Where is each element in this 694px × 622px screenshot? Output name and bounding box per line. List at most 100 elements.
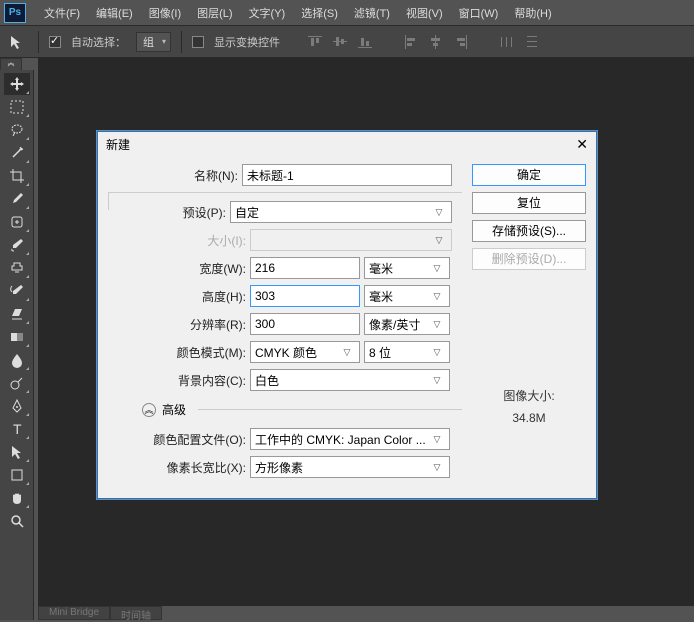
dialog-title: 新建 [106,136,130,153]
height-unit-value: 毫米 [369,288,393,305]
svg-text:T: T [13,421,22,437]
preset-select[interactable]: 自定 ▽ [230,201,452,223]
size-select: ▽ [250,229,452,251]
distribute-v-icon[interactable] [521,32,543,52]
history-brush-tool[interactable] [4,280,30,302]
chevron-down-icon: ▽ [431,207,447,218]
align-group-1 [304,32,376,52]
brush-tool[interactable] [4,234,30,256]
divider [38,31,39,53]
new-document-dialog: 新建 ✕ 名称(N): 预设(P): 自定▽ 大小(I): [97,131,597,499]
color-profile-value: 工作中的 CMYK: Japan Color ... [255,431,426,448]
background-select[interactable]: 白色▽ [250,369,450,391]
bit-depth-select[interactable]: 8 位 ▽ [364,341,450,363]
name-input[interactable] [242,164,452,186]
move-tool[interactable] [4,73,30,95]
align-hcenter-icon[interactable] [425,32,447,52]
auto-select-target[interactable]: 组 ▾ [136,32,171,52]
menu-image[interactable]: 图像(I) [141,2,189,24]
menu-bar: Ps 文件(F) 编辑(E) 图像(I) 图层(L) 文字(Y) 选择(S) 滤… [0,0,694,26]
menu-edit[interactable]: 编辑(E) [88,2,141,24]
resolution-unit-select[interactable]: 像素/英寸 ▽ [364,313,450,335]
menu-view[interactable]: 视图(V) [398,2,451,24]
divider [181,31,182,53]
auto-select-value: 组 [143,34,154,50]
type-tool[interactable]: T [4,418,30,440]
save-preset-button[interactable]: 存储预设(S)... [472,220,586,242]
align-vcenter-icon[interactable] [329,32,351,52]
width-unit-value: 毫米 [369,260,393,277]
menu-window[interactable]: 窗口(W) [451,2,507,24]
tab-mini-bridge[interactable]: Mini Bridge [38,606,110,620]
height-input[interactable] [250,285,360,307]
color-mode-select[interactable]: CMYK 颜色 ▽ [250,341,360,363]
tab-timeline[interactable]: 时间轴 [110,606,162,620]
menu-select[interactable]: 选择(S) [293,2,346,24]
chevron-down-icon: ▽ [431,235,447,246]
advanced-toggle-icon[interactable]: ︽ [142,403,156,417]
color-profile-select[interactable]: 工作中的 CMYK: Japan Color ...▽ [250,428,450,450]
width-unit-select[interactable]: 毫米▽ [364,257,450,279]
menu-layer[interactable]: 图层(L) [189,2,240,24]
crop-tool[interactable] [4,165,30,187]
close-icon[interactable]: ✕ [576,136,588,153]
chevron-down-icon: ▽ [429,462,445,473]
preset-label: 预设(P): [108,204,226,221]
preset-value: 自定 [235,204,259,221]
pixel-aspect-value: 方形像素 [255,459,303,476]
resolution-label: 分辨率(R): [108,316,246,333]
advanced-label[interactable]: 高级 [162,401,186,418]
align-top-icon[interactable] [304,32,326,52]
align-right-icon[interactable] [450,32,472,52]
divider [198,409,462,410]
menu-file[interactable]: 文件(F) [36,2,88,24]
align-left-icon[interactable] [400,32,422,52]
distribute-group [496,32,543,52]
color-profile-label: 颜色配置文件(O): [108,431,246,448]
auto-select-checkbox[interactable] [49,36,61,48]
shape-tool[interactable] [4,464,30,486]
ok-button[interactable]: 确定 [472,164,586,186]
menu-type[interactable]: 文字(Y) [241,2,294,24]
pen-tool[interactable] [4,395,30,417]
image-size-value: 34.8M [472,408,586,430]
magic-wand-tool[interactable] [4,142,30,164]
zoom-tool[interactable] [4,510,30,532]
width-label: 宽度(W): [108,260,246,277]
reset-button[interactable]: 复位 [472,192,586,214]
options-bar: 自动选择： 组 ▾ 显示变换控件 [0,26,694,58]
chevron-down-icon: ▽ [339,347,355,358]
width-input[interactable] [250,257,360,279]
menu-help[interactable]: 帮助(H) [506,2,559,24]
lasso-tool[interactable] [4,119,30,141]
align-group-2 [400,32,472,52]
healing-brush-tool[interactable] [4,211,30,233]
distribute-h-icon[interactable] [496,32,518,52]
auto-select-label: 自动选择： [71,34,126,50]
hand-tool[interactable] [4,487,30,509]
path-select-tool[interactable] [4,441,30,463]
background-label: 背景内容(C): [108,372,246,389]
show-transform-label: 显示变换控件 [214,34,280,50]
eyedropper-tool[interactable] [4,188,30,210]
eraser-tool[interactable] [4,303,30,325]
clone-stamp-tool[interactable] [4,257,30,279]
show-transform-checkbox[interactable] [192,36,204,48]
dialog-titlebar[interactable]: 新建 ✕ [98,132,596,156]
menu-filter[interactable]: 滤镜(T) [346,2,398,24]
bit-depth-value: 8 位 [369,344,391,361]
pixel-aspect-select[interactable]: 方形像素 ▽ [250,456,450,478]
chevron-down-icon: ▽ [429,347,445,358]
marquee-tool[interactable] [4,96,30,118]
resolution-unit-value: 像素/英寸 [369,316,420,333]
color-mode-value: CMYK 颜色 [255,344,317,361]
toolbar-tab[interactable] [0,58,22,70]
app-logo: Ps [4,3,26,23]
height-unit-select[interactable]: 毫米▽ [364,285,450,307]
resolution-input[interactable] [250,313,360,335]
chevron-down-icon: ▽ [429,319,445,330]
gradient-tool[interactable] [4,326,30,348]
align-bottom-icon[interactable] [354,32,376,52]
blur-tool[interactable] [4,349,30,371]
dodge-tool[interactable] [4,372,30,394]
